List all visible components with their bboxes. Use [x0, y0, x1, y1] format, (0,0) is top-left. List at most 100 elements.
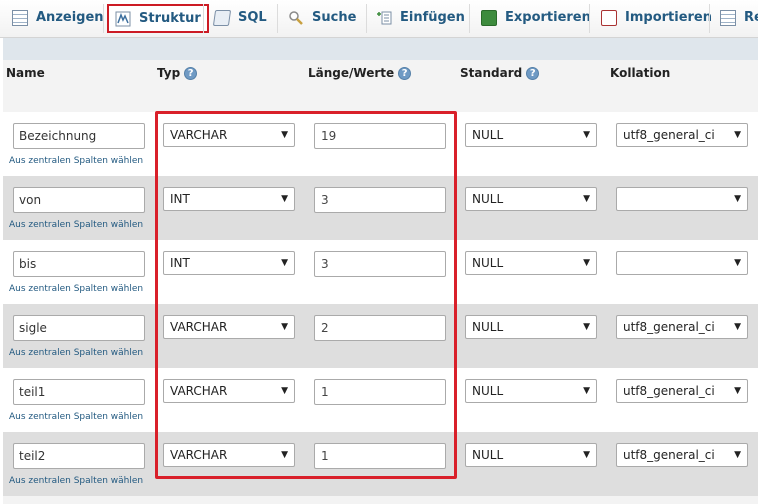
dropdown-arrow-icon: ▼: [734, 450, 741, 460]
header-type-label: Typ: [157, 66, 181, 80]
help-icon[interactable]: ?: [398, 66, 412, 80]
dropdown-arrow-icon: ▼: [734, 322, 741, 332]
central-columns-link[interactable]: Aus zentralen Spalten wählen: [9, 348, 143, 358]
length-input[interactable]: 2: [314, 315, 446, 341]
length-input[interactable]: 3: [314, 187, 446, 213]
type-value: INT: [170, 192, 190, 206]
dropdown-arrow-icon: ▼: [583, 258, 590, 268]
table-icon: [720, 9, 736, 26]
default-select[interactable]: NULL ▼: [465, 251, 597, 275]
tab-relations[interactable]: Re: [720, 2, 758, 33]
type-select[interactable]: VARCHAR ▼: [163, 123, 295, 147]
help-icon[interactable]: ?: [184, 66, 198, 80]
browse-table-icon: [12, 9, 28, 26]
dropdown-arrow-icon: ▼: [281, 450, 288, 460]
dropdown-arrow-icon: ▼: [281, 130, 288, 140]
default-value: NULL: [472, 192, 504, 206]
tab-structure[interactable]: Struktur: [107, 4, 209, 33]
tab-import-label: Importieren: [625, 10, 713, 25]
collation-select[interactable]: utf8_general_ci ▼: [616, 443, 748, 467]
default-select[interactable]: NULL ▼: [465, 315, 597, 339]
dropdown-arrow-icon: ▼: [583, 322, 590, 332]
tab-bar: Anzeigen Struktur SQL Suche Einfügen Exp…: [0, 0, 758, 38]
dropdown-arrow-icon: ▼: [734, 130, 741, 140]
length-input[interactable]: 1: [314, 379, 446, 405]
column-name-input[interactable]: sigle: [13, 315, 145, 341]
header-length: Länge/Werte ?: [308, 66, 412, 80]
tab-search[interactable]: Suche: [288, 2, 356, 33]
tab-export[interactable]: Exportieren: [481, 2, 591, 33]
dropdown-arrow-icon: ▼: [281, 322, 288, 332]
table-row: teil2 Aus zentralen Spalten wählen VARCH…: [3, 432, 758, 496]
collation-select[interactable]: utf8_general_ci ▼: [616, 379, 748, 403]
dropdown-arrow-icon: ▼: [583, 386, 590, 396]
central-columns-link[interactable]: Aus zentralen Spalten wählen: [9, 220, 143, 230]
type-value: VARCHAR: [170, 128, 228, 142]
type-select[interactable]: VARCHAR ▼: [163, 315, 295, 339]
tab-search-label: Suche: [312, 10, 357, 25]
collation-value: utf8_general_ci: [623, 128, 715, 142]
table-row: sigle Aus zentralen Spalten wählen VARCH…: [3, 304, 758, 368]
central-columns-link[interactable]: Aus zentralen Spalten wählen: [9, 156, 143, 166]
column-name-input[interactable]: bis: [13, 251, 145, 277]
default-value: NULL: [472, 384, 504, 398]
table-footer: [3, 496, 758, 504]
table-row: teil1 Aus zentralen Spalten wählen VARCH…: [3, 368, 758, 432]
tab-browse-label: Anzeigen: [36, 10, 104, 25]
tab-divider: [366, 4, 367, 33]
insert-icon: [376, 10, 392, 26]
type-select[interactable]: INT ▼: [163, 187, 295, 211]
length-input[interactable]: 3: [314, 251, 446, 277]
table-top-band: [3, 38, 758, 60]
collation-value: utf8_general_ci: [623, 448, 715, 462]
column-name-input[interactable]: teil2: [13, 443, 145, 469]
table-row: Bezeichnung Aus zentralen Spalten wählen…: [3, 112, 758, 176]
collation-select[interactable]: ▼: [616, 187, 748, 211]
column-name-input[interactable]: teil1: [13, 379, 145, 405]
search-icon: [288, 10, 304, 26]
type-select[interactable]: VARCHAR ▼: [163, 443, 295, 467]
default-value: NULL: [472, 256, 504, 270]
header-type: Typ ?: [157, 66, 198, 80]
tab-divider: [203, 4, 204, 33]
type-value: VARCHAR: [170, 448, 228, 462]
tab-divider: [709, 4, 710, 33]
tab-divider: [277, 4, 278, 33]
length-input[interactable]: 19: [314, 123, 446, 149]
tab-export-label: Exportieren: [505, 10, 591, 25]
type-value: INT: [170, 256, 190, 270]
collation-select[interactable]: ▼: [616, 251, 748, 275]
central-columns-link[interactable]: Aus zentralen Spalten wählen: [9, 476, 143, 486]
default-select[interactable]: NULL ▼: [465, 443, 597, 467]
tab-sql[interactable]: SQL: [212, 2, 267, 33]
type-value: VARCHAR: [170, 384, 228, 398]
tab-insert[interactable]: Einfügen: [376, 2, 465, 33]
dropdown-arrow-icon: ▼: [583, 194, 590, 204]
default-select[interactable]: NULL ▼: [465, 187, 597, 211]
collation-value: utf8_general_ci: [623, 384, 715, 398]
help-icon[interactable]: ?: [526, 66, 540, 80]
central-columns-link[interactable]: Aus zentralen Spalten wählen: [9, 284, 143, 294]
dropdown-arrow-icon: ▼: [281, 194, 288, 204]
tab-import[interactable]: Importieren: [601, 2, 712, 33]
table-row: bis Aus zentralen Spalten wählen INT ▼ 3 …: [3, 240, 758, 304]
header-collation: Kollation: [610, 66, 670, 80]
collation-select[interactable]: utf8_general_ci ▼: [616, 123, 748, 147]
collation-select[interactable]: utf8_general_ci ▼: [616, 315, 748, 339]
tab-insert-label: Einfügen: [400, 10, 465, 25]
dropdown-arrow-icon: ▼: [281, 386, 288, 396]
type-select[interactable]: VARCHAR ▼: [163, 379, 295, 403]
central-columns-link[interactable]: Aus zentralen Spalten wählen: [9, 412, 143, 422]
tab-sql-label: SQL: [238, 10, 267, 25]
tab-browse[interactable]: Anzeigen: [12, 2, 104, 33]
column-name-input[interactable]: Bezeichnung: [13, 123, 145, 149]
tab-relations-label: Re: [744, 10, 758, 25]
default-select[interactable]: NULL ▼: [465, 379, 597, 403]
header-name-label: Name: [6, 66, 45, 80]
column-name-input[interactable]: von: [13, 187, 145, 213]
type-select[interactable]: INT ▼: [163, 251, 295, 275]
table-header: Name Typ ? Länge/Werte ? Standard ? Koll…: [3, 60, 758, 112]
header-default-label: Standard: [460, 66, 523, 80]
default-select[interactable]: NULL ▼: [465, 123, 597, 147]
length-input[interactable]: 1: [314, 443, 446, 469]
